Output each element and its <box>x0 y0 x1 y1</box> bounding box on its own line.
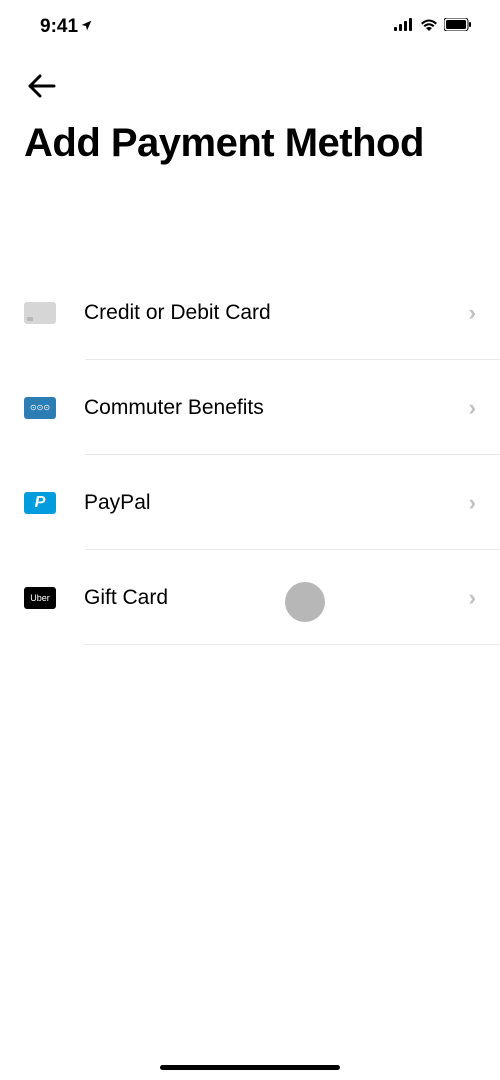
option-label: Commuter Benefits <box>84 396 469 420</box>
touch-indicator <box>285 582 325 622</box>
time-text: 9:41 <box>40 16 78 38</box>
chevron-right-icon: › <box>469 490 476 516</box>
home-indicator[interactable] <box>160 1065 340 1070</box>
status-bar: 9:41 <box>0 0 500 44</box>
card-icon <box>24 302 56 324</box>
commuter-icon: ⊙⊙⊙ <box>24 397 56 419</box>
battery-icon <box>444 18 472 36</box>
back-arrow-icon <box>26 74 58 98</box>
option-commuter-benefits[interactable]: ⊙⊙⊙ Commuter Benefits › <box>0 360 500 455</box>
back-button[interactable] <box>0 44 500 103</box>
chevron-right-icon: › <box>469 300 476 326</box>
option-gift-card[interactable]: Uber Gift Card › <box>0 550 500 645</box>
option-label: Credit or Debit Card <box>84 301 469 325</box>
chevron-right-icon: › <box>469 395 476 421</box>
option-paypal[interactable]: P PayPal › <box>0 455 500 550</box>
payment-options-list: Credit or Debit Card › ⊙⊙⊙ Commuter Bene… <box>0 265 500 645</box>
paypal-icon: P <box>24 492 56 514</box>
status-time: 9:41 <box>40 16 93 38</box>
page-title: Add Payment Method <box>0 103 500 165</box>
cellular-icon <box>394 18 414 36</box>
option-label: Gift Card <box>84 586 469 610</box>
uber-icon: Uber <box>24 587 56 609</box>
wifi-icon <box>420 18 438 36</box>
location-icon <box>80 19 93 35</box>
chevron-right-icon: › <box>469 585 476 611</box>
status-indicators <box>394 18 472 36</box>
option-label: PayPal <box>84 491 469 515</box>
option-credit-card[interactable]: Credit or Debit Card › <box>0 265 500 360</box>
